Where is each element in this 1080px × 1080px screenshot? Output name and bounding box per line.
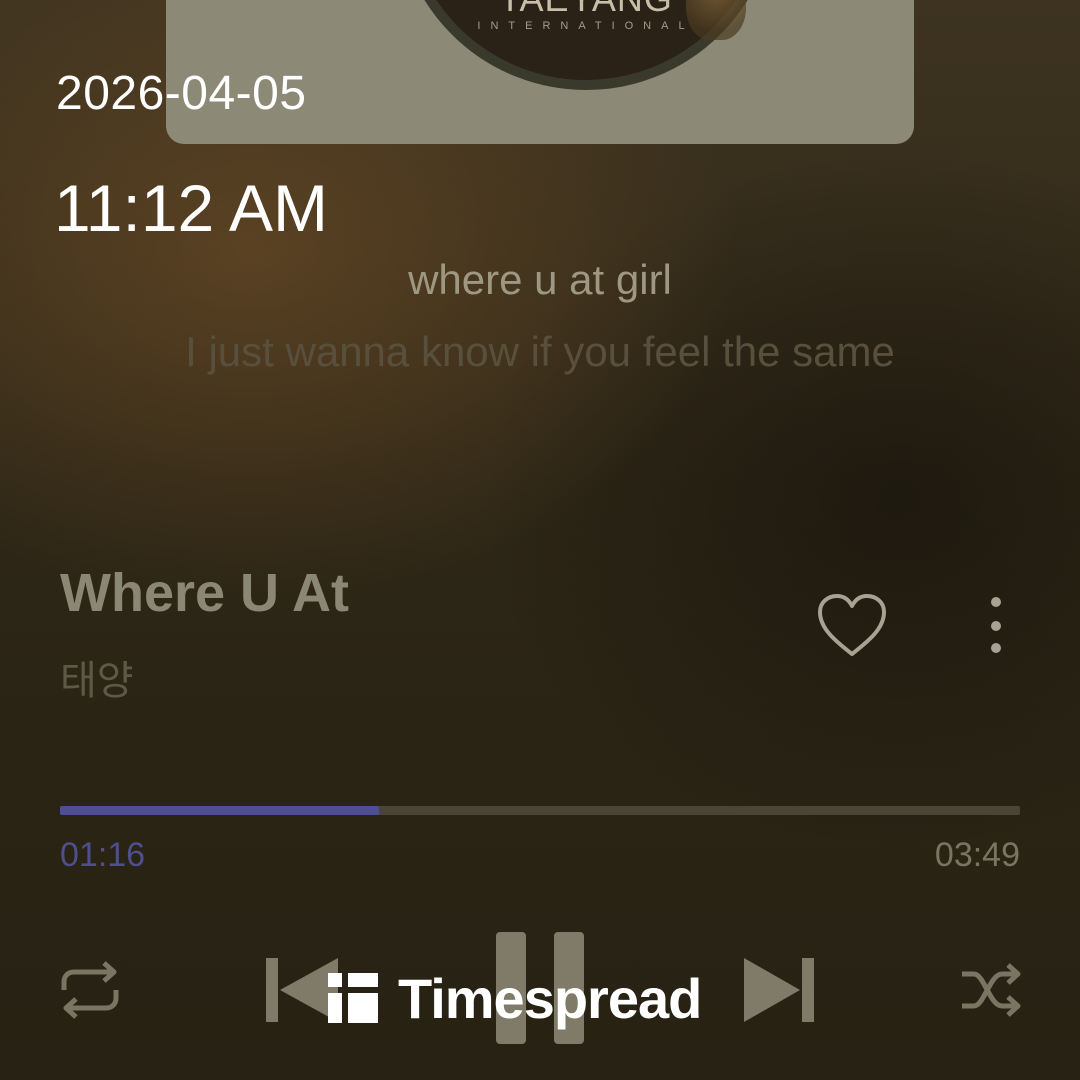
lyric-current-line[interactable]: where u at girl: [0, 256, 1080, 304]
elapsed-time: 01:16: [60, 836, 146, 874]
more-options-button[interactable]: [978, 596, 1014, 656]
like-button[interactable]: [814, 590, 890, 662]
next-track-button[interactable]: [740, 954, 816, 1026]
album-brand-text: TAEYANG: [406, 0, 766, 20]
lyric-next-line[interactable]: I just wanna know if you feel the same: [0, 328, 1080, 376]
more-vertical-icon: [991, 597, 1001, 653]
heart-icon: [818, 594, 886, 656]
timespread-logo-icon: [328, 973, 378, 1023]
song-title: Where U At: [60, 563, 350, 623]
date-label: 2026-04-05: [56, 67, 307, 120]
shuffle-icon: [962, 963, 1021, 1017]
watermark-text: Timespread: [398, 966, 702, 1030]
time-label: 11:12 AM: [54, 171, 328, 245]
repeat-icon: [61, 961, 119, 1019]
shuffle-button[interactable]: [958, 962, 1024, 1018]
artist-name[interactable]: 태양: [60, 648, 134, 706]
progress-fill: [60, 806, 379, 815]
skip-next-icon: [744, 958, 814, 1022]
total-time: 03:49: [934, 836, 1020, 874]
timespread-watermark: Timespread: [328, 966, 702, 1030]
repeat-button[interactable]: [58, 958, 122, 1022]
album-brand-subtext: INTERNATIONAL: [477, 20, 695, 32]
progress-bar[interactable]: [60, 806, 1020, 815]
album-disc: TAEYANG INTERNATIONAL: [396, 0, 776, 90]
